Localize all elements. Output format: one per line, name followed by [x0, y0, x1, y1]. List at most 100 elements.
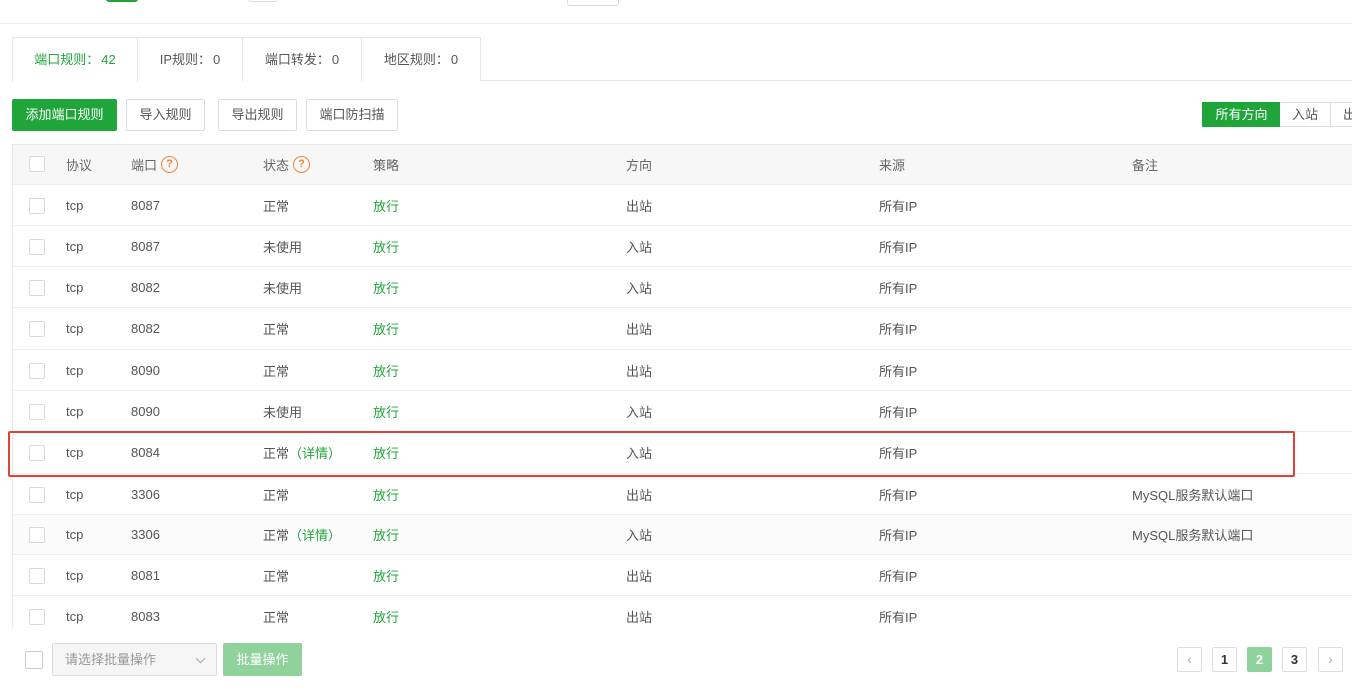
port-anti-scan-button[interactable]: 端口防扫描 — [306, 99, 398, 131]
page-1-button[interactable]: 1 — [1212, 647, 1237, 672]
top-button-edge[interactable] — [248, 0, 278, 2]
cell-policy[interactable]: 放行 — [373, 555, 399, 595]
cell-policy[interactable]: 放行 — [373, 350, 399, 390]
table-row: tcp 8082 未使用 放行 入站 所有IP — [13, 267, 1352, 308]
cell-direction: 出站 — [626, 322, 653, 337]
row-checkbox[interactable] — [29, 404, 45, 420]
status-text: 正常 — [263, 198, 290, 214]
row-checkbox[interactable] — [29, 487, 45, 503]
tab-port-forward[interactable]: 端口转发： 0 — [242, 37, 362, 81]
cell-source: 所有IP — [879, 280, 918, 296]
export-rules-button[interactable]: 导出规则 — [218, 99, 297, 131]
filter-inbound[interactable]: 入站 — [1280, 102, 1331, 127]
header-policy: 策略 — [373, 158, 400, 173]
cell-port: 8087 — [131, 197, 160, 213]
filter-all-directions[interactable]: 所有方向 — [1202, 102, 1281, 127]
cell-remark: MySQL服务默认端口 — [1132, 528, 1254, 543]
page-2-button[interactable]: 2 — [1247, 647, 1272, 672]
tab-ip-rules[interactable]: IP规则： 0 — [138, 37, 243, 81]
status-text: 未使用 — [263, 280, 303, 296]
cell-source: 所有IP — [879, 487, 918, 503]
row-checkbox[interactable] — [29, 280, 45, 296]
header-status-label: 状态 — [263, 158, 290, 173]
status-detail-link[interactable]: （详情） — [289, 443, 341, 462]
status-text: 正常 — [263, 528, 290, 543]
help-icon[interactable]: ? — [293, 156, 311, 173]
cell-source: 所有IP — [879, 239, 918, 255]
cell-status: 未使用 — [263, 391, 302, 431]
cell-policy[interactable]: 放行 — [373, 474, 399, 514]
cell-policy[interactable]: 放行 — [373, 226, 399, 266]
tab-count: 0 — [450, 52, 459, 67]
help-icon[interactable]: ? — [161, 156, 179, 173]
cell-policy[interactable]: 放行 — [373, 185, 399, 225]
add-port-rule-button[interactable]: 添加端口规则 — [12, 99, 117, 131]
batch-operation-select[interactable]: 请选择批量操作 — [52, 643, 217, 676]
cell-status: 正常 （详情） — [263, 432, 341, 473]
row-checkbox[interactable] — [29, 609, 45, 625]
tab-label: 端口规则： — [34, 52, 100, 67]
tab-port-rules[interactable]: 端口规则： 42 — [12, 37, 138, 82]
footer-select-all-checkbox[interactable] — [25, 651, 43, 669]
cell-policy[interactable]: 放行 — [373, 308, 399, 349]
tab-count: 0 — [213, 52, 221, 67]
cell-status: 正常 — [263, 555, 289, 595]
table-row: tcp 8087 正常 放行 出站 所有IP — [13, 185, 1352, 226]
table-row: tcp 8083 正常 放行 出站 所有IP — [13, 596, 1352, 628]
top-input-edge[interactable] — [567, 0, 619, 6]
cell-direction: 入站 — [626, 528, 653, 543]
table-row: tcp 8082 正常 放行 出站 所有IP — [13, 308, 1352, 350]
cell-protocol: tcp — [66, 362, 84, 378]
filter-outbound[interactable]: 出 — [1331, 102, 1352, 127]
cell-direction: 入站 — [626, 446, 653, 461]
cell-direction: 入站 — [626, 280, 653, 296]
row-checkbox[interactable] — [29, 445, 45, 461]
cell-remark: MySQL服务默认端口 — [1132, 487, 1254, 503]
status-text: 正常 — [263, 568, 290, 584]
header-source: 来源 — [879, 158, 906, 173]
row-checkbox[interactable] — [29, 568, 45, 584]
row-checkbox[interactable] — [29, 239, 45, 255]
cell-policy[interactable]: 放行 — [373, 515, 399, 554]
cell-status: 未使用 — [263, 226, 302, 266]
batch-operation-button[interactable]: 批量操作 — [223, 643, 302, 676]
top-green-button-edge[interactable] — [106, 0, 138, 2]
row-checkbox[interactable] — [29, 363, 45, 379]
header-protocol: 协议 — [66, 158, 93, 173]
prev-page-button[interactable]: ‹ — [1177, 647, 1202, 672]
cell-port: 8081 — [131, 567, 160, 583]
status-text: 未使用 — [263, 239, 303, 255]
cell-policy[interactable]: 放行 — [373, 267, 399, 307]
cell-port: 8082 — [131, 279, 160, 295]
select-placeholder: 请选择批量操作 — [65, 652, 157, 667]
cell-policy[interactable]: 放行 — [373, 596, 399, 628]
row-checkbox[interactable] — [29, 321, 45, 337]
cell-direction: 出站 — [626, 609, 653, 625]
tab-label: 地区规则： — [383, 52, 449, 67]
cell-port: 8090 — [131, 403, 160, 419]
status-text: 正常 — [263, 322, 290, 337]
tab-region-rules[interactable]: 地区规则： 0 — [361, 37, 481, 81]
cell-direction: 出站 — [626, 568, 653, 584]
row-checkbox[interactable] — [29, 527, 45, 543]
cell-source: 所有IP — [879, 609, 918, 625]
table-row: tcp 8084 正常 （详情） 放行 入站 所有IP — [13, 432, 1352, 474]
table-row: tcp 8090 正常 放行 出站 所有IP — [13, 350, 1352, 391]
next-page-button[interactable]: › — [1318, 647, 1343, 672]
cell-protocol: tcp — [66, 197, 84, 213]
import-rules-button[interactable]: 导入规则 — [126, 99, 205, 131]
cell-protocol: tcp — [66, 445, 84, 460]
cell-source: 所有IP — [879, 198, 918, 214]
cell-policy[interactable]: 放行 — [373, 391, 399, 431]
cell-port: 8084 — [131, 445, 160, 460]
cell-protocol: tcp — [66, 608, 84, 624]
page-3-button[interactable]: 3 — [1282, 647, 1307, 672]
select-all-checkbox[interactable] — [29, 156, 45, 172]
table-row: tcp 8081 正常 放行 出站 所有IP — [13, 555, 1352, 596]
row-checkbox[interactable] — [29, 198, 45, 214]
cell-direction: 入站 — [626, 239, 653, 255]
cell-protocol: tcp — [66, 567, 84, 583]
status-detail-link[interactable]: （详情） — [289, 525, 341, 544]
cell-status: 正常 — [263, 185, 289, 225]
cell-policy[interactable]: 放行 — [373, 432, 399, 473]
